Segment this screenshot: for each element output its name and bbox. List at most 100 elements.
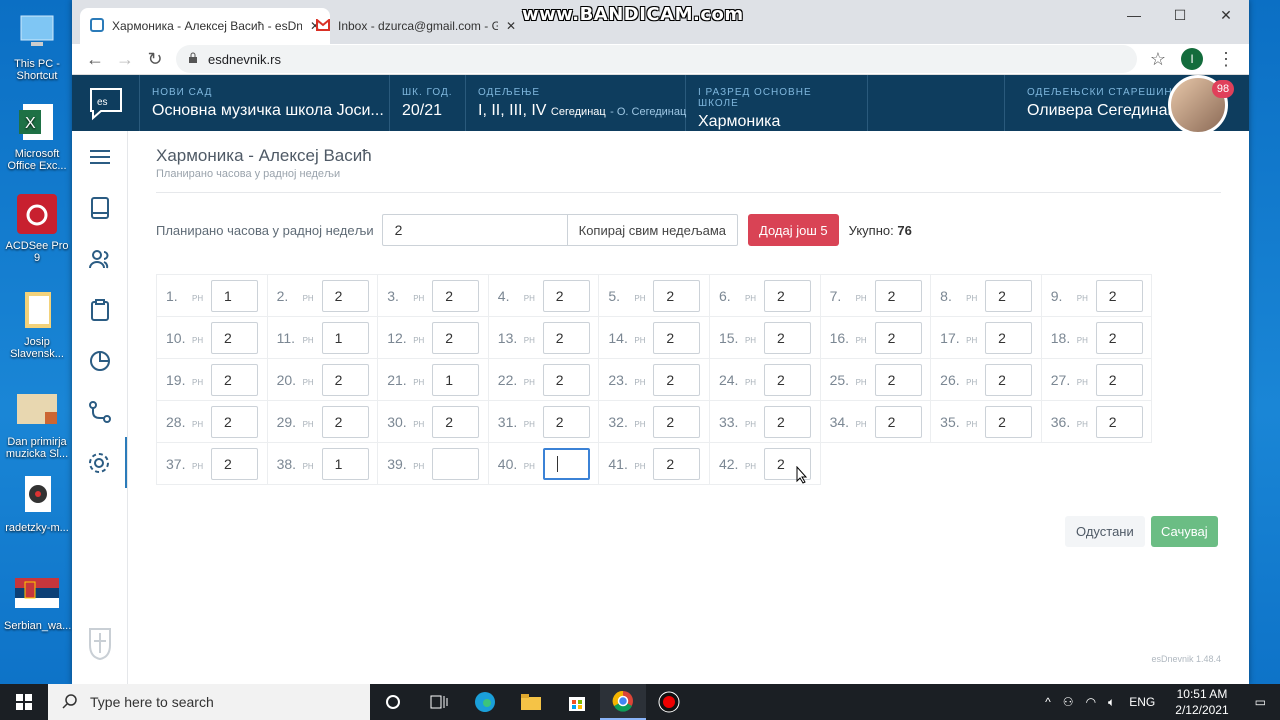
- week-hours-input[interactable]: 2: [763, 364, 811, 396]
- chevron-up-icon[interactable]: ^: [1039, 695, 1057, 709]
- desktop-icon-acdsee[interactable]: ACDSee Pro 9: [4, 192, 70, 264]
- address-bar[interactable]: esdnevnik.rs: [176, 45, 1137, 73]
- week-hours-input[interactable]: 2: [542, 322, 590, 354]
- week-hours-input[interactable]: 2: [653, 280, 701, 312]
- header-teacher[interactable]: ОДЕЉЕЊСКИ СТАРЕШИНА Оливера Сегединац: [1005, 75, 1192, 131]
- week-hours-input[interactable]: 2: [542, 280, 590, 312]
- week-hours-input[interactable]: 2: [542, 406, 590, 438]
- windows-start-icon[interactable]: [0, 684, 48, 720]
- language-indicator[interactable]: ENG: [1121, 695, 1163, 709]
- clock[interactable]: 10:51 AM 2/12/2021: [1163, 686, 1240, 718]
- week-hours-input[interactable]: 2: [874, 364, 922, 396]
- minimize-icon[interactable]: —: [1111, 0, 1157, 30]
- week-hours-input[interactable]: 2: [653, 364, 701, 396]
- week-hours-input[interactable]: 2: [874, 322, 922, 354]
- week-hours-input[interactable]: 2: [1095, 322, 1143, 354]
- week-hours-input[interactable]: 2: [211, 364, 258, 396]
- back-icon[interactable]: ←: [80, 49, 110, 70]
- task-view-icon[interactable]: [416, 684, 462, 720]
- file-explorer-icon[interactable]: [508, 684, 554, 720]
- week-hours-input[interactable]: [542, 448, 590, 480]
- profile-avatar[interactable]: I: [1181, 48, 1203, 70]
- week-hours-input[interactable]: 2: [653, 448, 701, 480]
- settings-gear-icon[interactable]: [72, 437, 127, 488]
- store-icon[interactable]: [554, 684, 600, 720]
- notification-center-icon[interactable]: ▭: [1241, 695, 1280, 709]
- week-hours-input[interactable]: 2: [211, 448, 258, 480]
- planned-hours-input[interactable]: [381, 214, 568, 246]
- desktop-icon-media[interactable]: radetzky-m...: [4, 474, 70, 534]
- people-icon[interactable]: ⚇: [1057, 695, 1080, 709]
- save-button[interactable]: Сачувај: [1151, 516, 1218, 547]
- week-hours-input[interactable]: 1: [432, 364, 480, 396]
- header-school[interactable]: НОВИ САД Основна музичка школа Јоси...: [140, 75, 390, 131]
- week-hours-input[interactable]: 2: [874, 406, 922, 438]
- week-hours-input[interactable]: 2: [542, 364, 590, 396]
- copy-all-weeks-button[interactable]: Копирај свим недељама: [567, 214, 739, 246]
- reload-icon[interactable]: ↻: [140, 49, 170, 70]
- desktop-icon-label: ACDSee Pro 9: [5, 240, 69, 264]
- week-hours-input[interactable]: 2: [1095, 406, 1143, 438]
- week-hours-input[interactable]: 2: [321, 364, 369, 396]
- week-hours-input[interactable]: 1: [211, 280, 258, 312]
- wifi-icon[interactable]: ◠: [1080, 695, 1102, 709]
- desktop-icon-folder[interactable]: Josip Slavensk...: [4, 288, 70, 360]
- desktop-icon-document[interactable]: Dan primirja muzicka Sl...: [4, 388, 70, 460]
- maximize-icon[interactable]: ☐: [1157, 0, 1203, 30]
- week-hours-input[interactable]: 2: [432, 280, 480, 312]
- users-icon[interactable]: [72, 233, 127, 284]
- tab-gmail[interactable]: Inbox - dzurca@gmail.com - Gmail ✕: [306, 8, 526, 44]
- menu-dots-icon[interactable]: ⋮: [1211, 49, 1241, 70]
- week-hours-input[interactable]: 2: [432, 322, 480, 354]
- book-icon[interactable]: [72, 182, 127, 233]
- week-hours-input[interactable]: 2: [653, 406, 701, 438]
- cancel-button[interactable]: Одустани: [1065, 516, 1145, 547]
- volume-icon[interactable]: 🔈︎: [1102, 695, 1121, 710]
- add-five-more-button[interactable]: Додај још 5: [748, 214, 839, 246]
- notification-badge[interactable]: 98: [1212, 80, 1234, 98]
- clipboard-icon[interactable]: [72, 284, 127, 335]
- close-icon[interactable]: ✕: [506, 19, 516, 33]
- esdnevnik-logo-icon[interactable]: es: [72, 75, 140, 131]
- week-number: 25.: [829, 371, 850, 388]
- week-hours-input[interactable]: 2: [985, 406, 1033, 438]
- week-cell: 38. РН 1: [267, 443, 379, 485]
- route-icon[interactable]: [72, 386, 127, 437]
- week-hours-input[interactable]: 2: [985, 364, 1033, 396]
- close-window-icon[interactable]: ✕: [1203, 0, 1249, 30]
- cortana-icon[interactable]: [370, 684, 416, 720]
- week-hours-input[interactable]: 2: [763, 322, 811, 354]
- week-hours-input[interactable]: 1: [321, 448, 369, 480]
- week-hours-input[interactable]: 2: [763, 280, 811, 312]
- week-hours-input[interactable]: 2: [321, 406, 369, 438]
- desktop-icon-flag[interactable]: Serbian_wa...: [4, 572, 71, 632]
- hamburger-menu-icon[interactable]: [72, 131, 127, 182]
- week-hours-input[interactable]: 2: [321, 280, 369, 312]
- edge-browser-icon[interactable]: [462, 684, 508, 720]
- week-hours-input[interactable]: 2: [874, 280, 922, 312]
- week-hours-input[interactable]: [432, 448, 480, 480]
- week-hours-input[interactable]: 2: [985, 322, 1033, 354]
- week-hours-input[interactable]: 2: [763, 406, 811, 438]
- header-class[interactable]: ОДЕЉЕЊЕ I, II, III, IV Сегединац - О. Се…: [466, 75, 686, 131]
- record-icon[interactable]: [646, 684, 692, 720]
- week-hours-input[interactable]: 2: [985, 280, 1033, 312]
- week-hours-input[interactable]: 1: [321, 322, 369, 354]
- week-hours-input[interactable]: 2: [653, 322, 701, 354]
- header-year-label: ШК. ГОД.: [402, 87, 453, 98]
- taskbar-search-input[interactable]: Type here to search: [48, 684, 370, 720]
- week-hours-input[interactable]: 2: [1095, 364, 1143, 396]
- tab-esdnevnik[interactable]: Хармоника - Алексеј Васић - esDnevnik ✕: [80, 8, 331, 44]
- header-subject[interactable]: I РАЗРЕД ОСНОВНЕ ШКОЛЕ Хармоника: [686, 75, 868, 131]
- forward-icon[interactable]: →: [110, 49, 140, 70]
- desktop-icon-this-pc[interactable]: This PC - Shortcut: [4, 10, 70, 82]
- week-hours-input[interactable]: 2: [1095, 280, 1143, 312]
- bookmark-star-icon[interactable]: ☆: [1143, 49, 1173, 70]
- week-hours-input[interactable]: 2: [211, 406, 258, 438]
- chrome-icon[interactable]: [600, 684, 646, 720]
- header-year[interactable]: ШК. ГОД. 20/21: [390, 75, 466, 131]
- week-hours-input[interactable]: 2: [211, 322, 258, 354]
- desktop-icon-excel[interactable]: X Microsoft Office Exc...: [4, 100, 70, 172]
- week-hours-input[interactable]: 2: [432, 406, 480, 438]
- pie-chart-icon[interactable]: [72, 335, 127, 386]
